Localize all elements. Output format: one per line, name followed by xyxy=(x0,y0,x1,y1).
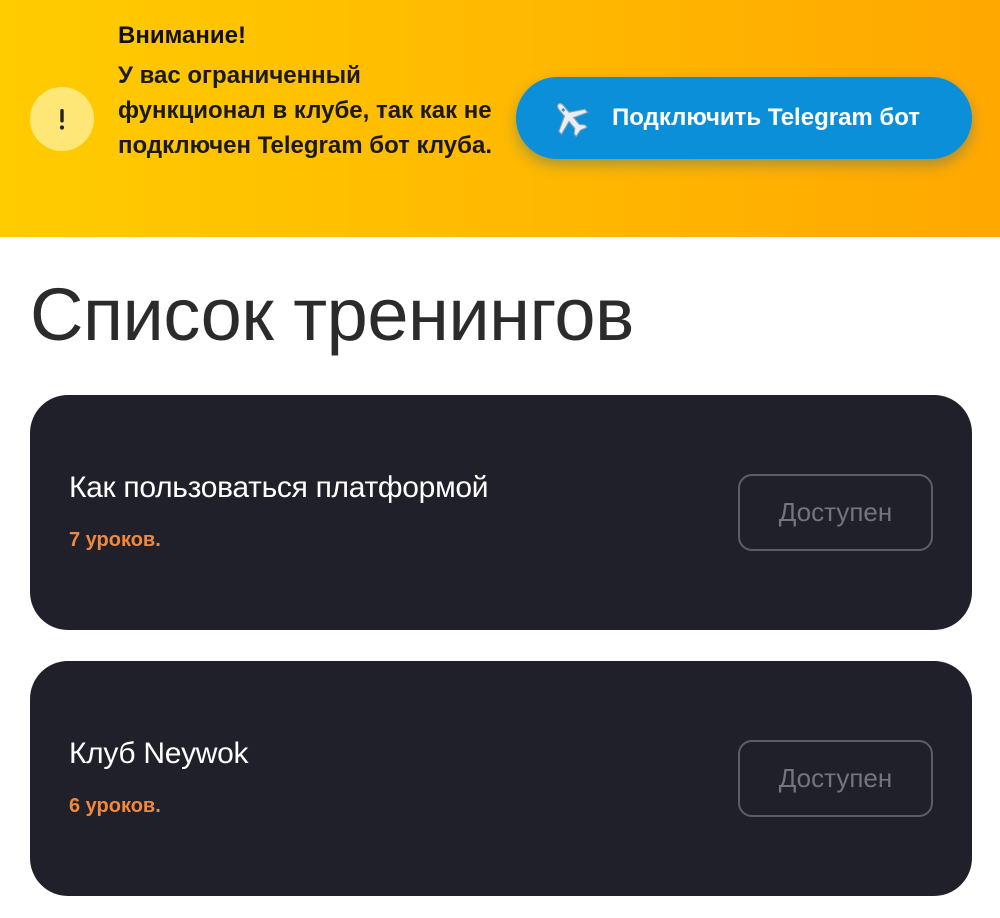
training-title: Клуб Neywok xyxy=(69,737,249,770)
connect-telegram-bot-label: Подключить Telegram бот xyxy=(612,104,921,131)
lesson-count: 7 уроков. xyxy=(69,529,161,551)
available-button[interactable]: Доступен xyxy=(738,474,933,551)
warning-message: У вас ограниченный функционал в клубе, т… xyxy=(118,62,492,159)
training-card[interactable]: Как пользоваться платформой 7 уроков. До… xyxy=(30,395,972,630)
training-title: Как пользоваться платформой xyxy=(69,471,489,504)
warning-title: Внимание! xyxy=(118,22,246,49)
page-title: Список тренингов xyxy=(30,273,634,356)
available-button[interactable]: Доступен xyxy=(738,740,933,817)
airplane-icon xyxy=(550,98,590,138)
telegram-warning-banner: Внимание! У вас ограниченный функционал … xyxy=(0,0,1000,237)
training-card[interactable]: Клуб Neywok 6 уроков. Доступен xyxy=(30,661,972,896)
lesson-count: 6 уроков. xyxy=(69,795,161,817)
warning-icon xyxy=(30,87,94,151)
connect-telegram-bot-button[interactable]: Подключить Telegram бот xyxy=(516,77,972,159)
